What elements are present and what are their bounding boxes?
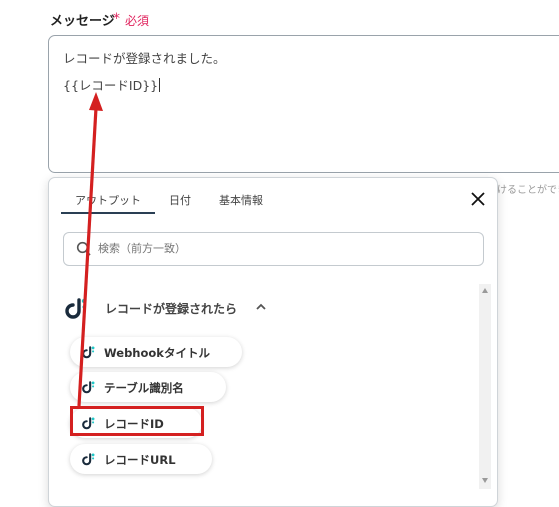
annotation-arrow (77, 92, 103, 407)
